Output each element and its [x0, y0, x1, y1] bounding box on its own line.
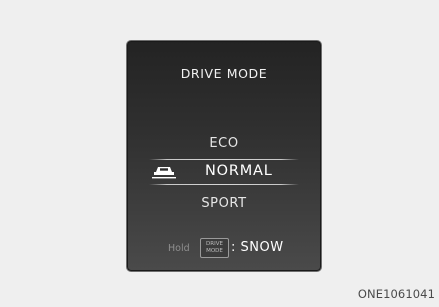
- mode-eco[interactable]: ECO: [127, 136, 321, 151]
- mode-sport[interactable]: SPORT: [127, 196, 321, 211]
- figure-code: ONE1061041: [357, 287, 435, 301]
- drive-mode-title: DRIVE MODE: [180, 66, 268, 81]
- hold-snow-hint: Hold DRIVE MODE : SNOW: [127, 237, 321, 261]
- drive-mode-button-icon: DRIVE MODE: [200, 238, 229, 258]
- drive-mode-button-line2: MODE: [206, 248, 223, 254]
- mode-normal-selected[interactable]: NORMAL: [127, 162, 321, 182]
- hold-label: Hold: [168, 243, 190, 254]
- selection-line-top: [149, 159, 299, 160]
- snow-label: : SNOW: [231, 240, 284, 255]
- drive-mode-display: DRIVE MODE ECO NORMAL SPORT Hold DRIVE M…: [126, 40, 322, 272]
- mode-normal-label: NORMAL: [205, 163, 273, 179]
- car-icon: [152, 167, 176, 179]
- selection-line-bottom: [149, 184, 299, 185]
- drive-mode-button-line1: DRIVE: [206, 241, 223, 247]
